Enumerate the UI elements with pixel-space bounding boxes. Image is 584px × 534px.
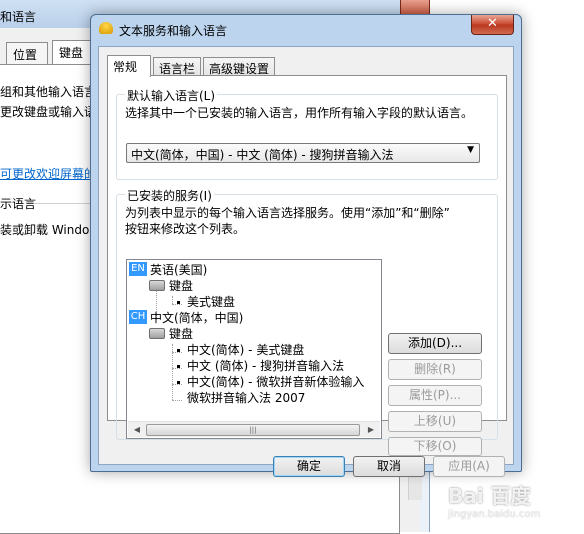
add-button[interactable]: 添加(D)... (388, 333, 482, 354)
default-language-select[interactable]: 中文(简体，中国) - 中文 (简体) - 搜狗拼音输入法 ▼ (126, 143, 480, 163)
background-line-4: 装或卸载 Windo (0, 223, 90, 237)
background-window-title: 和语言 (0, 10, 37, 24)
tree-node-english[interactable]: EN 英语(美国) (129, 262, 207, 278)
tree-item-label: 中文 (简体) - 搜狗拼音输入法 (187, 359, 345, 373)
keyboard-icon (149, 280, 165, 291)
text-services-dialog: 文本服务和输入语言 ✕ 常规 语言栏 高级键设置 默认输入语言(L) 选择其中一… (90, 14, 522, 477)
tree-item-us-keyboard[interactable]: 美式键盘 (175, 294, 235, 310)
watermark-sub: jingyan.baidu.com (448, 509, 541, 520)
tree-node-chinese-keyboard-label: 键盘 (169, 327, 194, 341)
remove-button[interactable]: 删除(R) (388, 359, 482, 380)
background-separator (34, 203, 90, 204)
apply-button[interactable]: 应用(A) (433, 456, 505, 477)
tree-node-english-keyboard-label: 键盘 (169, 279, 194, 293)
watermark-brand: Bai 百度 (448, 484, 531, 508)
cancel-button[interactable]: 取消 (353, 456, 425, 477)
baidu-watermark: Bai 百度 jingyan.baidu.com (448, 480, 540, 520)
dialog-title: 文本服务和输入语言 (119, 24, 228, 38)
tree-item-label: 中文(简体) - 美式键盘 (187, 343, 305, 357)
scroll-right-icon[interactable]: ▶ (364, 424, 378, 436)
ok-button[interactable]: 确定 (273, 456, 345, 477)
bullet-icon (177, 301, 180, 304)
chinese-language-icon: CH (129, 310, 147, 324)
chevron-down-icon: ▼ (467, 145, 474, 155)
bullet-icon (177, 381, 180, 384)
scroll-left-icon[interactable]: ◀ (130, 424, 144, 436)
tree-item-label: 中文(简体) - 微软拼音新体验输入 (187, 375, 365, 389)
tree-node-chinese-label: 中文(简体，中国) (150, 311, 244, 325)
tree-node-chinese-keyboard[interactable]: 键盘 (149, 326, 193, 342)
english-language-icon: EN (129, 262, 147, 276)
move-up-button[interactable]: 上移(U) (388, 411, 482, 432)
tree-item-ms-pinyin-2007[interactable]: 微软拼音输入法 2007 (175, 390, 305, 406)
default-language-label: 默认输入语言(L) (125, 87, 218, 104)
background-line-3: 示语言 (0, 197, 37, 211)
default-language-description: 选择其中一个已安装的输入语言，用作所有输入字段的默认语言。 (125, 106, 474, 120)
grip-icon: ||| (249, 426, 257, 434)
keyboard-icon (149, 328, 165, 339)
bullet-icon (177, 349, 180, 352)
tab-general[interactable]: 常规 (107, 55, 151, 77)
background-tab-location[interactable]: 位置 (6, 42, 48, 64)
dialog-client: 常规 语言栏 高级键设置 默认输入语言(L) 选择其中一个已安装的输入语言，用作… (98, 46, 514, 477)
tab-advanced-key-settings[interactable]: 高级键设置 (203, 57, 275, 76)
default-language-group: 默认输入语言(L) 选择其中一个已安装的输入语言，用作所有输入字段的默认语言。 … (116, 87, 498, 180)
installed-services-description-2: 按钮来修改这个列表。 (125, 222, 246, 236)
installed-services-description-1: 为列表中显示的每个输入语言选择服务。使用“添加”和“删除” (125, 206, 450, 220)
close-button[interactable]: ✕ (471, 15, 514, 35)
tree-item-us-keyboard-label: 美式键盘 (187, 295, 236, 309)
keyboard-globe-icon (99, 22, 113, 34)
tree-item-ms-pinyin-new[interactable]: 中文(简体) - 微软拼音新体验输入 (175, 374, 364, 390)
background-line-1: 组和其他输入语言 (0, 85, 97, 99)
move-down-button[interactable]: 下移(O) (388, 437, 482, 456)
tree-node-english-label: 英语(美国) (150, 263, 208, 277)
tree-item-label: 微软拼音输入法 2007 (187, 391, 306, 405)
tree-node-chinese[interactable]: CH 中文(简体，中国) (129, 310, 243, 326)
installed-services-label: 已安装的服务(I) (125, 187, 214, 204)
tree-horizontal-scrollbar[interactable]: ◀ ||| ▶ (128, 421, 380, 437)
close-icon: ✕ (487, 16, 498, 31)
tree-item-sogou-pinyin[interactable]: 中文 (简体) - 搜狗拼音输入法 (175, 358, 344, 374)
scroll-thumb[interactable]: ||| (146, 424, 360, 436)
tree-node-english-keyboard[interactable]: 键盘 (149, 278, 193, 294)
background-welcome-link[interactable]: 可更改欢迎屏幕的 (0, 165, 96, 182)
background-line-2: 更改键盘或输入语 (0, 105, 97, 119)
tab-language-bar[interactable]: 语言栏 (153, 57, 201, 76)
services-tree[interactable]: EN 英语(美国) 键盘 美式键盘 CH 中文(简体，中国) 键盘 中文(简体)… (126, 259, 382, 439)
properties-button[interactable]: 属性(P)... (388, 385, 482, 406)
default-language-value: 中文(简体，中国) - 中文 (简体) - 搜狗拼音输入法 (131, 148, 394, 162)
installed-services-group: 已安装的服务(I) 为列表中显示的每个输入语言选择服务。使用“添加”和“删除” … (116, 187, 498, 456)
tree-item-chinese-us-keyboard[interactable]: 中文(简体) - 美式键盘 (175, 342, 304, 358)
tree-line (172, 296, 173, 304)
tab-panel-general: 默认输入语言(L) 选择其中一个已安装的输入语言，用作所有输入字段的默认语言。 … (107, 75, 507, 456)
bullet-icon (177, 365, 180, 368)
dialog-titlebar[interactable]: 文本服务和输入语言 ✕ (91, 15, 521, 43)
